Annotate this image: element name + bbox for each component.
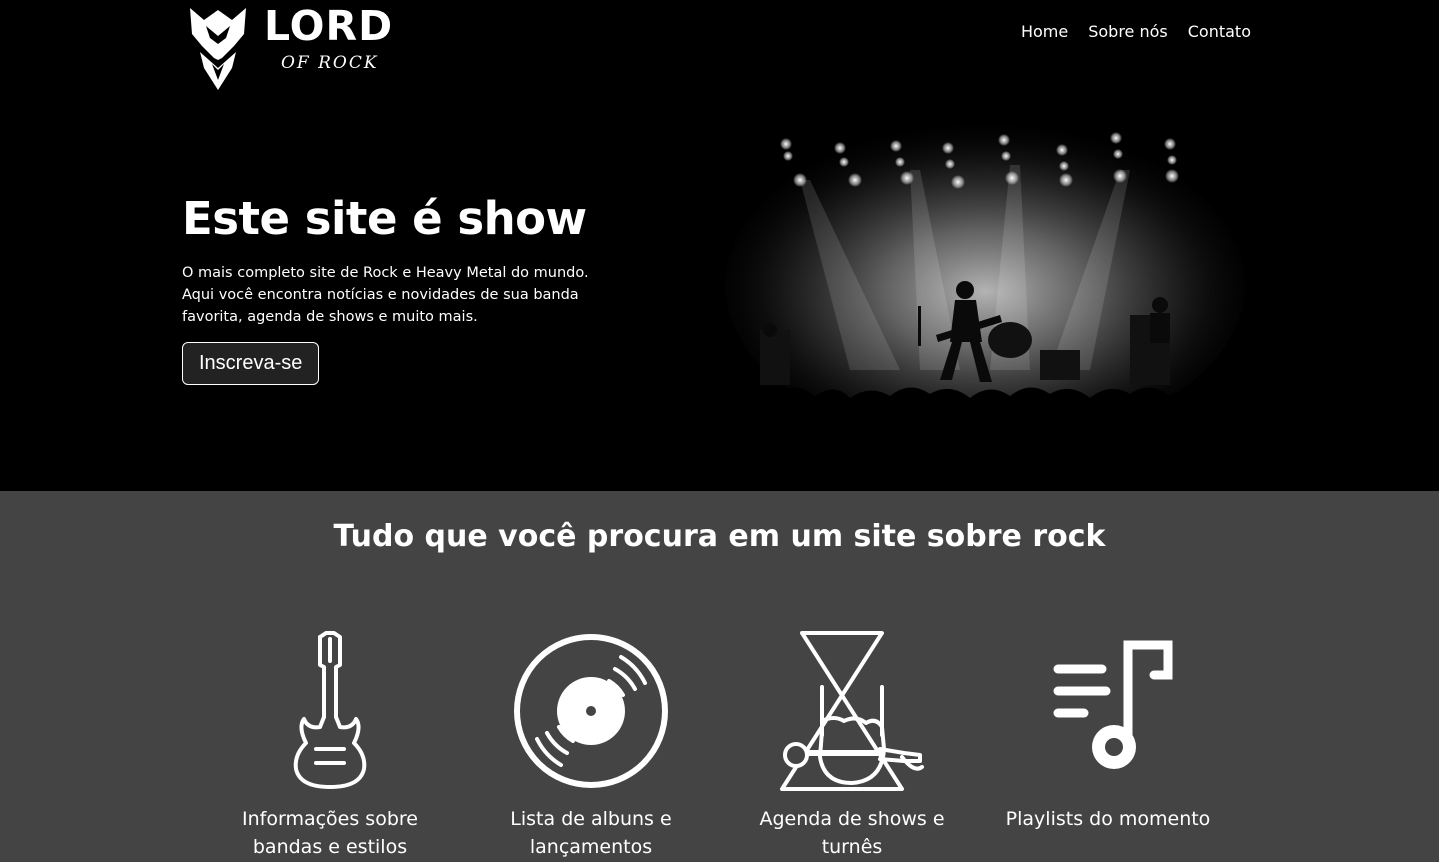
feature-bands-label: Informações sobre bandas e estilos [242,808,418,858]
features-section: Tudo que você procura em um site sobre r… [0,491,1439,862]
rock-hand-microphone-icon [780,631,924,791]
brand-subname: OF ROCK [281,53,379,73]
feature-playlists[interactable]: Playlists do momento [1003,631,1213,833]
hero-title: Este site é show [182,192,587,245]
feature-shows[interactable]: Agenda de shows e turnês [747,631,957,861]
vinyl-record-icon [514,634,668,788]
feature-albums-label: Lista de albuns e lançamentos [510,808,672,858]
hero-description: O mais completo site de Rock e Heavy Met… [182,265,589,325]
hero-section: LORD OF ROCK Home Sobre nós Contato Este… [0,0,1439,491]
hero-text: Este site é show O mais completo site de… [182,190,622,385]
subscribe-button[interactable]: Inscreva-se [182,342,320,385]
nav-about-link[interactable]: Sobre nós [1088,22,1168,41]
brand-name: LORD [264,2,394,50]
nav-home-link[interactable]: Home [1021,22,1068,41]
features-title: Tudo que você procura em um site sobre r… [333,519,1106,554]
playlist-music-note-icon [1053,640,1173,769]
guitar-icon [293,631,367,789]
feature-shows-label: Agenda de shows e turnês [759,808,945,858]
feature-playlists-label: Playlists do momento [1005,808,1211,830]
feature-bands[interactable]: Informações sobre bandas e estilos [225,631,435,861]
feature-albums[interactable]: Lista de albuns e lançamentos [486,631,696,861]
concert-stage-image [700,110,1260,450]
main-nav: Home Sobre nós Contato [1021,22,1251,41]
nav-contact-link[interactable]: Contato [1188,22,1251,41]
